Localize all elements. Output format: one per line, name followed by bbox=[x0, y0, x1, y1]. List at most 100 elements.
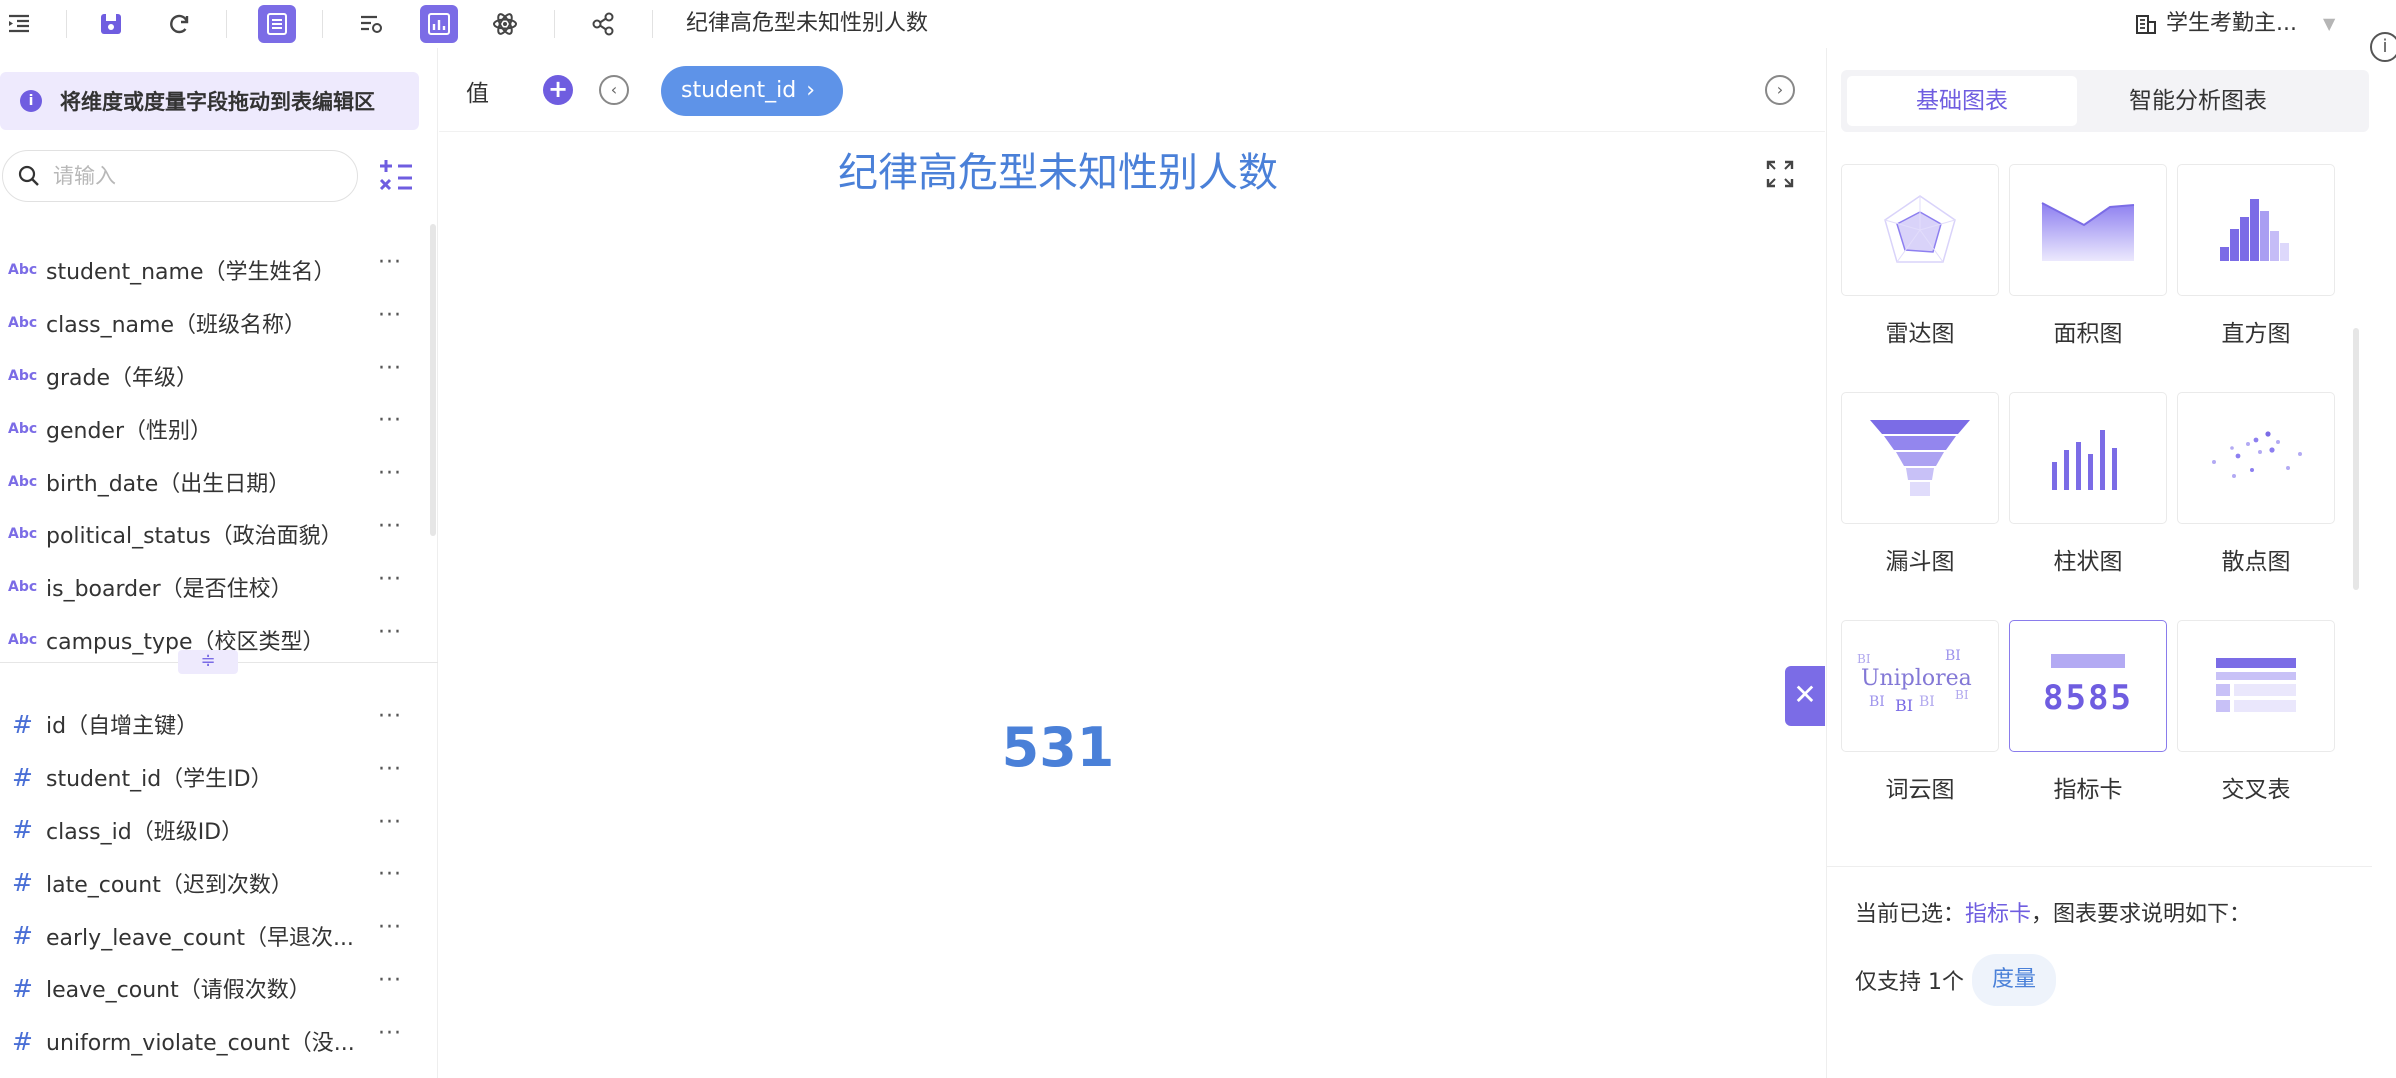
chart-type-wordcloud[interactable]: Uniplorea BI BI BI BI BI BI 词云图 bbox=[1841, 620, 1999, 804]
more-options-icon[interactable]: ··· bbox=[378, 810, 402, 835]
chart-type-radar[interactable]: 雷达图 bbox=[1841, 164, 1999, 348]
chart-type-histogram[interactable]: 直方图 bbox=[2177, 164, 2335, 348]
dimension-list: Abc student_name（学生姓名） ··· Abc class_name（班级… bbox=[0, 244, 420, 666]
chart-type-area[interactable]: 面积图 bbox=[2009, 164, 2167, 348]
measure-field-item[interactable]: # class_id（班级ID） ··· bbox=[0, 804, 420, 857]
chart-type-label: 散点图 bbox=[2221, 549, 2291, 575]
field-name: student_name（学生姓名） bbox=[46, 260, 336, 286]
dimension-field-item[interactable]: Abc political_status（政治面貌） ··· bbox=[0, 508, 420, 561]
dimension-field-item[interactable]: Abc gender（性别） ··· bbox=[0, 402, 420, 455]
chart-type-label: 雷达图 bbox=[1885, 321, 1955, 347]
chart-type-scrollbar[interactable] bbox=[2353, 328, 2359, 590]
field-name: political_status（政治面貌） bbox=[46, 524, 343, 550]
number-type-icon: # bbox=[12, 868, 33, 898]
more-options-icon[interactable]: ··· bbox=[378, 862, 402, 887]
scatter-chart-icon bbox=[2212, 431, 2302, 478]
save-icon[interactable] bbox=[92, 5, 130, 43]
dataset-selector[interactable]: 学生考勤主... ▼ bbox=[2134, 8, 2335, 40]
more-options-icon[interactable]: ··· bbox=[378, 1021, 402, 1046]
more-options-icon[interactable]: ··· bbox=[378, 567, 402, 592]
chart-view-icon[interactable] bbox=[420, 5, 458, 43]
dimension-field-item[interactable]: Abc grade（年级） ··· bbox=[0, 350, 420, 403]
scroll-right-icon[interactable]: › bbox=[1765, 75, 1795, 105]
chip-label: student_id bbox=[681, 78, 797, 103]
field-name: id（自增主键） bbox=[46, 714, 199, 740]
kpi-card-icon: 8585 bbox=[2043, 654, 2133, 718]
collapse-menu-icon[interactable] bbox=[0, 5, 38, 43]
toolbar-divider bbox=[226, 10, 227, 38]
close-panel-button[interactable]: ✕ bbox=[1785, 666, 1825, 726]
chart-type-bar[interactable]: 柱状图 bbox=[2009, 392, 2167, 576]
toolbar-divider bbox=[66, 10, 67, 38]
chart-type-funnel[interactable]: 漏斗图 bbox=[1841, 392, 1999, 576]
dimension-field-item[interactable]: Abc class_name（班级名称） ··· bbox=[0, 297, 420, 350]
scroll-left-icon[interactable]: ‹ bbox=[599, 75, 629, 105]
measure-field-item[interactable]: # late_count（迟到次数） ··· bbox=[0, 856, 420, 909]
dimension-field-item[interactable]: Abc is_boarder（是否住校） ··· bbox=[0, 561, 420, 614]
chart-editor: 值 + ‹ student_id › › 纪律高危型未知性别人数 531 ✕ bbox=[439, 48, 1825, 1078]
chart-type-label: 指标卡 bbox=[2053, 777, 2123, 803]
dimension-field-item[interactable]: Abc student_name（学生姓名） ··· bbox=[0, 244, 420, 297]
measure-field-item[interactable]: # uniform_violate_count（没... ··· bbox=[0, 1015, 420, 1068]
tab-smart-charts[interactable]: 智能分析图表 bbox=[2083, 76, 2313, 126]
chart-type-label: 柱状图 bbox=[2053, 549, 2123, 575]
more-options-icon[interactable]: ··· bbox=[378, 303, 402, 328]
chevron-down-icon: ▼ bbox=[2322, 14, 2336, 33]
chart-type-kpi-card[interactable]: 8585 指标卡 bbox=[2009, 620, 2167, 804]
add-field-button[interactable]: + bbox=[543, 75, 573, 105]
more-options-icon[interactable]: ··· bbox=[378, 461, 402, 486]
chart-requirement: 仅支持 1个 度量 bbox=[1855, 954, 2057, 1006]
text-type-icon: Abc bbox=[8, 473, 38, 490]
number-type-icon: # bbox=[12, 815, 33, 845]
drag-hint-text: 将维度或度量字段拖动到表编辑区 bbox=[60, 90, 375, 114]
more-options-icon[interactable]: ··· bbox=[378, 514, 402, 539]
measure-list: # id（自增主键） ··· # student_id（学生ID） ··· # class_i… bbox=[0, 698, 420, 1068]
more-options-icon[interactable]: ··· bbox=[378, 250, 402, 275]
share-icon[interactable] bbox=[584, 5, 622, 43]
fields-panel: i 将维度或度量字段拖动到表编辑区 Abc student_name（学生姓名） ·… bbox=[0, 48, 438, 1078]
field-name: uniform_violate_count（没... bbox=[46, 1031, 355, 1057]
measure-field-item[interactable]: # student_id（学生ID） ··· bbox=[0, 751, 420, 804]
text-type-icon: Abc bbox=[8, 631, 38, 648]
selected-chart-type: 指标卡 bbox=[1965, 902, 2032, 927]
dimension-field-item[interactable]: Abc birth_date（出生日期） ··· bbox=[0, 455, 420, 508]
info-icon: i bbox=[20, 90, 42, 112]
chart-type-label: 交叉表 bbox=[2221, 777, 2291, 803]
more-options-icon[interactable]: ··· bbox=[378, 757, 402, 782]
tab-basic-charts[interactable]: 基础图表 bbox=[1847, 76, 2077, 126]
formula-calc-icon[interactable] bbox=[376, 156, 416, 196]
chart-type-scatter[interactable]: 散点图 bbox=[2177, 392, 2335, 576]
more-options-icon[interactable]: ··· bbox=[378, 704, 402, 729]
measure-field-item[interactable]: # leave_count（请假次数） ··· bbox=[0, 962, 420, 1015]
toolbar-divider bbox=[322, 10, 323, 38]
report-title: 纪律高危型未知性别人数 bbox=[686, 11, 929, 36]
selection-description: 当前已选：指标卡，图表要求说明如下： bbox=[1855, 902, 2252, 927]
field-search-box[interactable] bbox=[2, 150, 358, 202]
dimension-scrollbar[interactable] bbox=[430, 224, 436, 536]
ai-atom-icon[interactable] bbox=[486, 5, 524, 43]
more-options-icon[interactable]: ··· bbox=[378, 915, 402, 940]
fullscreen-icon[interactable] bbox=[1764, 158, 1796, 190]
search-input[interactable] bbox=[53, 164, 333, 188]
field-chip-student-id[interactable]: student_id › bbox=[661, 66, 843, 116]
area-chart-icon bbox=[2041, 202, 2135, 261]
more-options-icon[interactable]: ··· bbox=[378, 408, 402, 433]
field-name: class_id（班级ID） bbox=[46, 819, 244, 845]
resize-handle[interactable]: ≑ bbox=[178, 650, 238, 674]
data-table-icon[interactable] bbox=[258, 5, 296, 43]
measure-field-item[interactable]: # id（自增主键） ··· bbox=[0, 698, 420, 751]
more-options-icon[interactable]: ··· bbox=[378, 968, 402, 993]
filter-settings-icon[interactable] bbox=[352, 5, 390, 43]
field-name: student_id（学生ID） bbox=[46, 767, 273, 793]
more-options-icon[interactable]: ··· bbox=[378, 356, 402, 381]
kpi-value: 531 bbox=[1001, 716, 1115, 779]
field-name: class_name（班级名称） bbox=[46, 313, 307, 339]
field-name: leave_count（请假次数） bbox=[46, 978, 311, 1004]
value-bar: 值 + ‹ student_id › › bbox=[439, 48, 1825, 132]
section-divider bbox=[1827, 866, 2372, 867]
refresh-icon[interactable] bbox=[160, 5, 198, 43]
more-options-icon[interactable]: ··· bbox=[378, 620, 402, 645]
chart-type-cross-table[interactable]: 交叉表 bbox=[2177, 620, 2335, 804]
number-type-icon: # bbox=[12, 762, 33, 792]
measure-field-item[interactable]: # early_leave_count（早退次... ··· bbox=[0, 909, 420, 962]
